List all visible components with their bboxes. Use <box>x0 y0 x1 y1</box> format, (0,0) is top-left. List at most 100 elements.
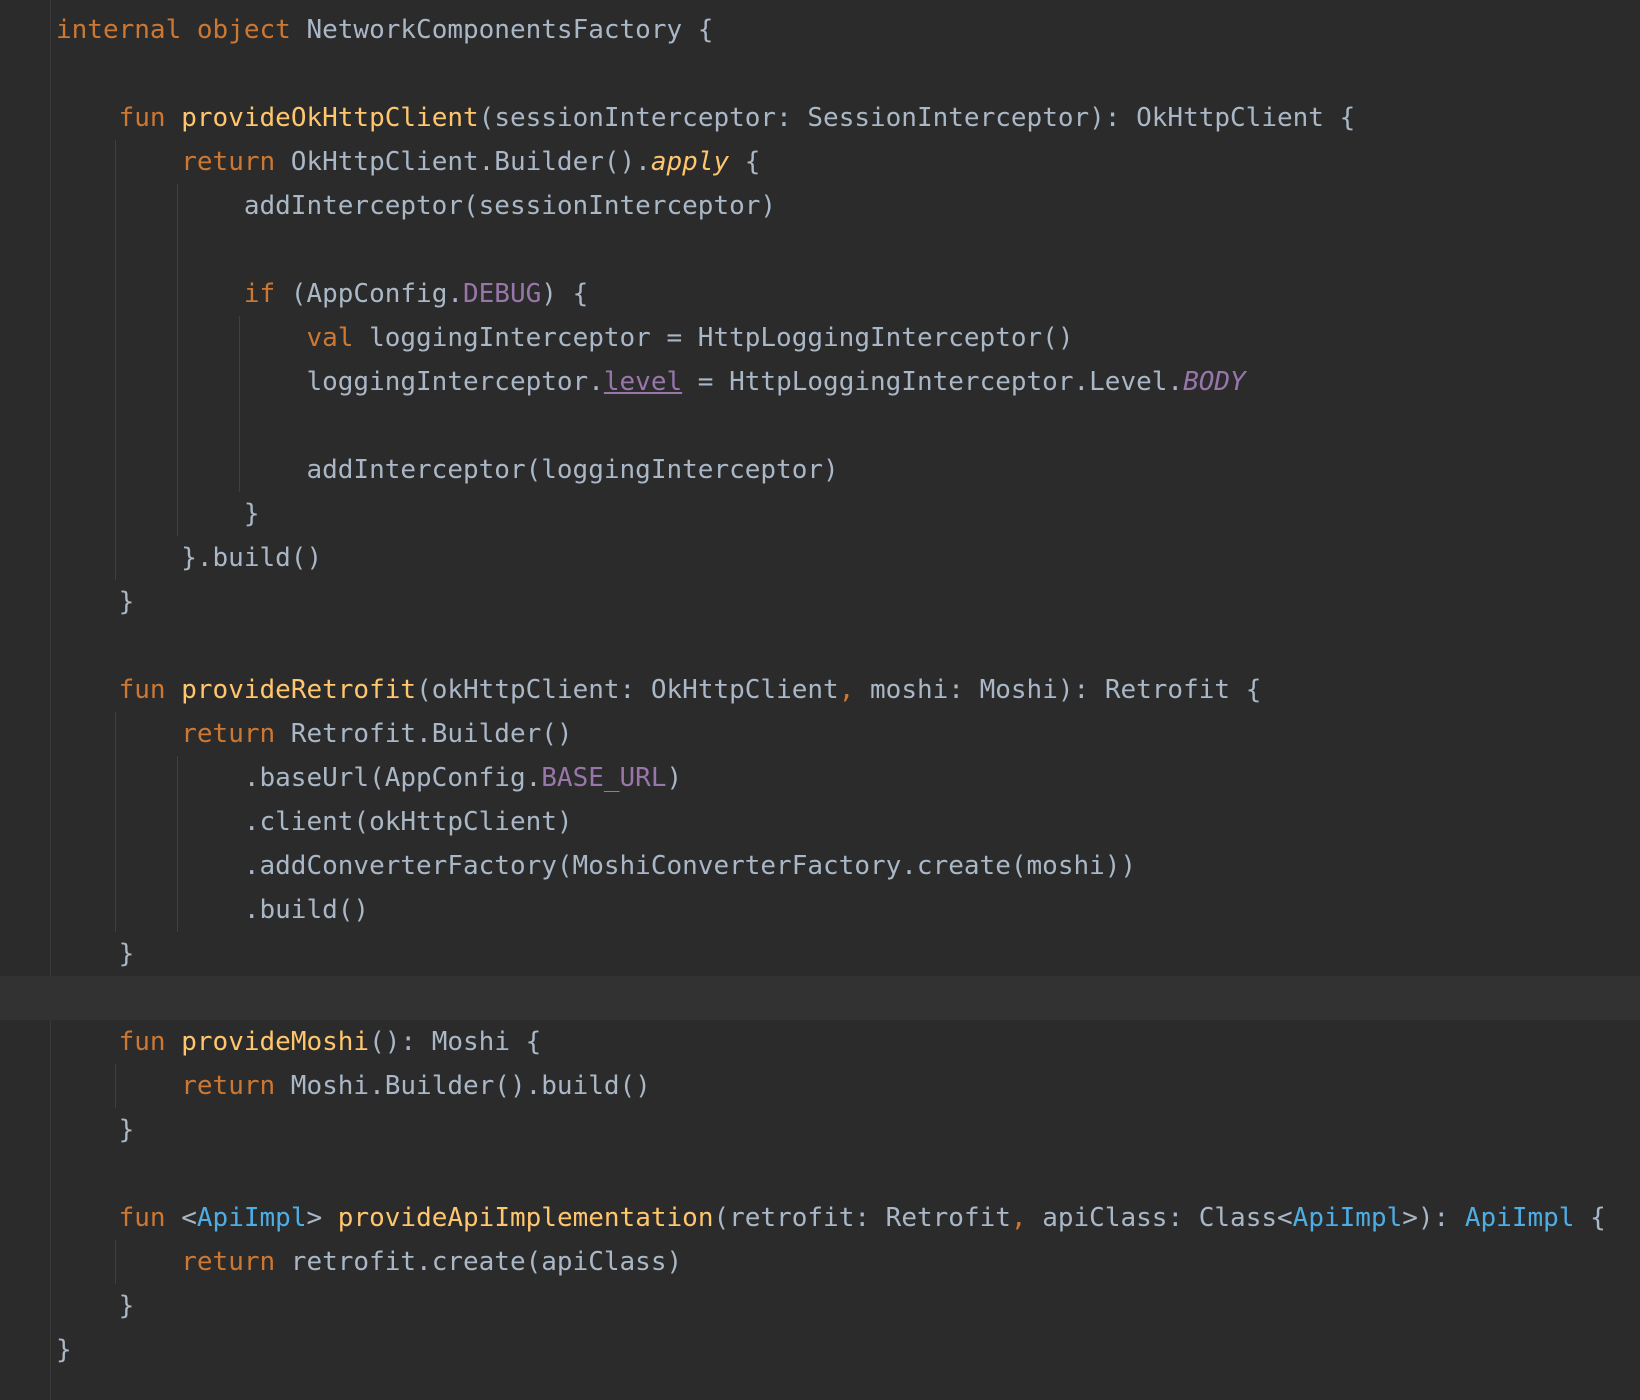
code-token: (): Moshi { <box>369 1027 542 1057</box>
code-token: , <box>1010 1203 1027 1233</box>
code-token: BASE_URL <box>541 763 667 793</box>
code-line[interactable]: fun provideOkHttpClient(sessionIntercept… <box>56 96 1606 140</box>
code-line[interactable]: fun provideMoshi(): Moshi { <box>56 1020 1606 1064</box>
code-line[interactable]: return retrofit.create(apiClass) <box>56 1240 1606 1284</box>
code-token: provideMoshi <box>181 1027 370 1057</box>
code-token: >): <box>1402 1203 1465 1233</box>
code-token: val <box>306 323 354 353</box>
code-line[interactable]: return Retrofit.Builder() <box>56 712 1606 756</box>
code-area[interactable]: internal object NetworkComponentsFactory… <box>56 8 1606 1372</box>
gutter-divider <box>50 0 51 1400</box>
code-token: ApiImpl <box>1464 1203 1575 1233</box>
code-line[interactable]: fun <ApiImpl> provideApiImplementation(r… <box>56 1196 1606 1240</box>
code-token: fun <box>118 1203 166 1233</box>
code-line[interactable]: }.build() <box>56 536 1606 580</box>
code-line[interactable]: return Moshi.Builder().build() <box>56 1064 1606 1108</box>
code-token: provideRetrofit <box>181 675 417 705</box>
code-token: loggingInterceptor. <box>56 367 604 397</box>
code-token: provideOkHttpClient <box>181 103 479 133</box>
code-token: ApiImpl <box>196 1203 307 1233</box>
code-line[interactable]: .client(okHttpClient) <box>56 800 1606 844</box>
code-line[interactable]: .addConverterFactory(MoshiConverterFacto… <box>56 844 1606 888</box>
code-token: addInterceptor(sessionInterceptor) <box>56 191 777 221</box>
code-token: } <box>56 587 135 617</box>
code-line[interactable]: .baseUrl(AppConfig.BASE_URL) <box>56 756 1606 800</box>
code-token: provideApiImplementation <box>337 1203 714 1233</box>
code-line[interactable]: } <box>56 1328 1606 1372</box>
code-token: object <box>196 15 291 45</box>
code-line[interactable]: addInterceptor(sessionInterceptor) <box>56 184 1606 228</box>
code-token: .addConverterFactory(MoshiConverterFacto… <box>56 851 1137 881</box>
code-token: (retrofit: Retrofit <box>713 1203 1011 1233</box>
code-token: BODY <box>1183 367 1246 397</box>
code-token: .baseUrl(AppConfig. <box>56 763 542 793</box>
code-token: } <box>56 1335 72 1365</box>
code-line[interactable]: fun provideRetrofit(okHttpClient: OkHttp… <box>56 668 1606 712</box>
code-token: retrofit.create(apiClass) <box>275 1247 683 1277</box>
code-token: } <box>56 939 135 969</box>
code-line[interactable]: } <box>56 492 1606 536</box>
code-token: , <box>838 675 855 705</box>
code-token: ) { <box>541 279 589 309</box>
code-line[interactable]: } <box>56 580 1606 624</box>
code-line[interactable]: val loggingInterceptor = HttpLoggingInte… <box>56 316 1606 360</box>
code-line[interactable]: addInterceptor(loggingInterceptor) <box>56 448 1606 492</box>
code-token: apply <box>650 147 730 177</box>
code-line[interactable] <box>56 976 1606 1020</box>
code-token: level <box>603 367 683 397</box>
code-token: (sessionInterceptor: SessionInterceptor)… <box>478 103 1356 133</box>
code-token: OkHttpClient.Builder(). <box>275 147 651 177</box>
code-token: Moshi.Builder().build() <box>275 1071 651 1101</box>
code-token: apiClass: Class< <box>1026 1203 1293 1233</box>
code-token: { <box>729 147 761 177</box>
code-token: ApiImpl <box>1292 1203 1403 1233</box>
code-token: (okHttpClient: OkHttpClient <box>416 675 839 705</box>
code-token: (AppConfig. <box>275 279 463 309</box>
code-line[interactable] <box>56 404 1606 448</box>
code-line[interactable]: if (AppConfig.DEBUG) { <box>56 272 1606 316</box>
code-line[interactable]: } <box>56 1284 1606 1328</box>
code-token: loggingInterceptor = HttpLoggingIntercep… <box>353 323 1074 353</box>
code-token: fun <box>118 675 166 705</box>
code-editor[interactable]: internal object NetworkComponentsFactory… <box>0 0 1640 1400</box>
code-token: moshi: Moshi): Retrofit { <box>854 675 1262 705</box>
code-token: internal <box>56 15 182 45</box>
code-line[interactable]: .build() <box>56 888 1606 932</box>
code-line[interactable] <box>56 624 1606 668</box>
code-line[interactable]: return OkHttpClient.Builder().apply { <box>56 140 1606 184</box>
code-token: fun <box>118 103 166 133</box>
code-token: NetworkComponentsFactory { <box>290 15 714 45</box>
code-line[interactable]: } <box>56 1108 1606 1152</box>
code-token: } <box>56 499 260 529</box>
code-line[interactable] <box>56 1152 1606 1196</box>
code-line[interactable]: internal object NetworkComponentsFactory… <box>56 8 1606 52</box>
code-token: .client(okHttpClient) <box>56 807 573 837</box>
code-token: = HttpLoggingInterceptor.Level. <box>682 367 1184 397</box>
code-token: < <box>165 1203 197 1233</box>
code-token: { <box>1574 1203 1606 1233</box>
code-token: } <box>56 1115 135 1145</box>
code-token: .build() <box>56 895 370 925</box>
code-line[interactable]: } <box>56 932 1606 976</box>
code-token: ) <box>666 763 683 793</box>
code-token: addInterceptor(loggingInterceptor) <box>56 455 839 485</box>
code-token: if <box>243 279 276 309</box>
code-line[interactable] <box>56 52 1606 96</box>
code-line[interactable]: loggingInterceptor.level = HttpLoggingIn… <box>56 360 1606 404</box>
code-token: return <box>181 1071 276 1101</box>
code-line[interactable] <box>56 228 1606 272</box>
code-token: fun <box>118 1027 166 1057</box>
